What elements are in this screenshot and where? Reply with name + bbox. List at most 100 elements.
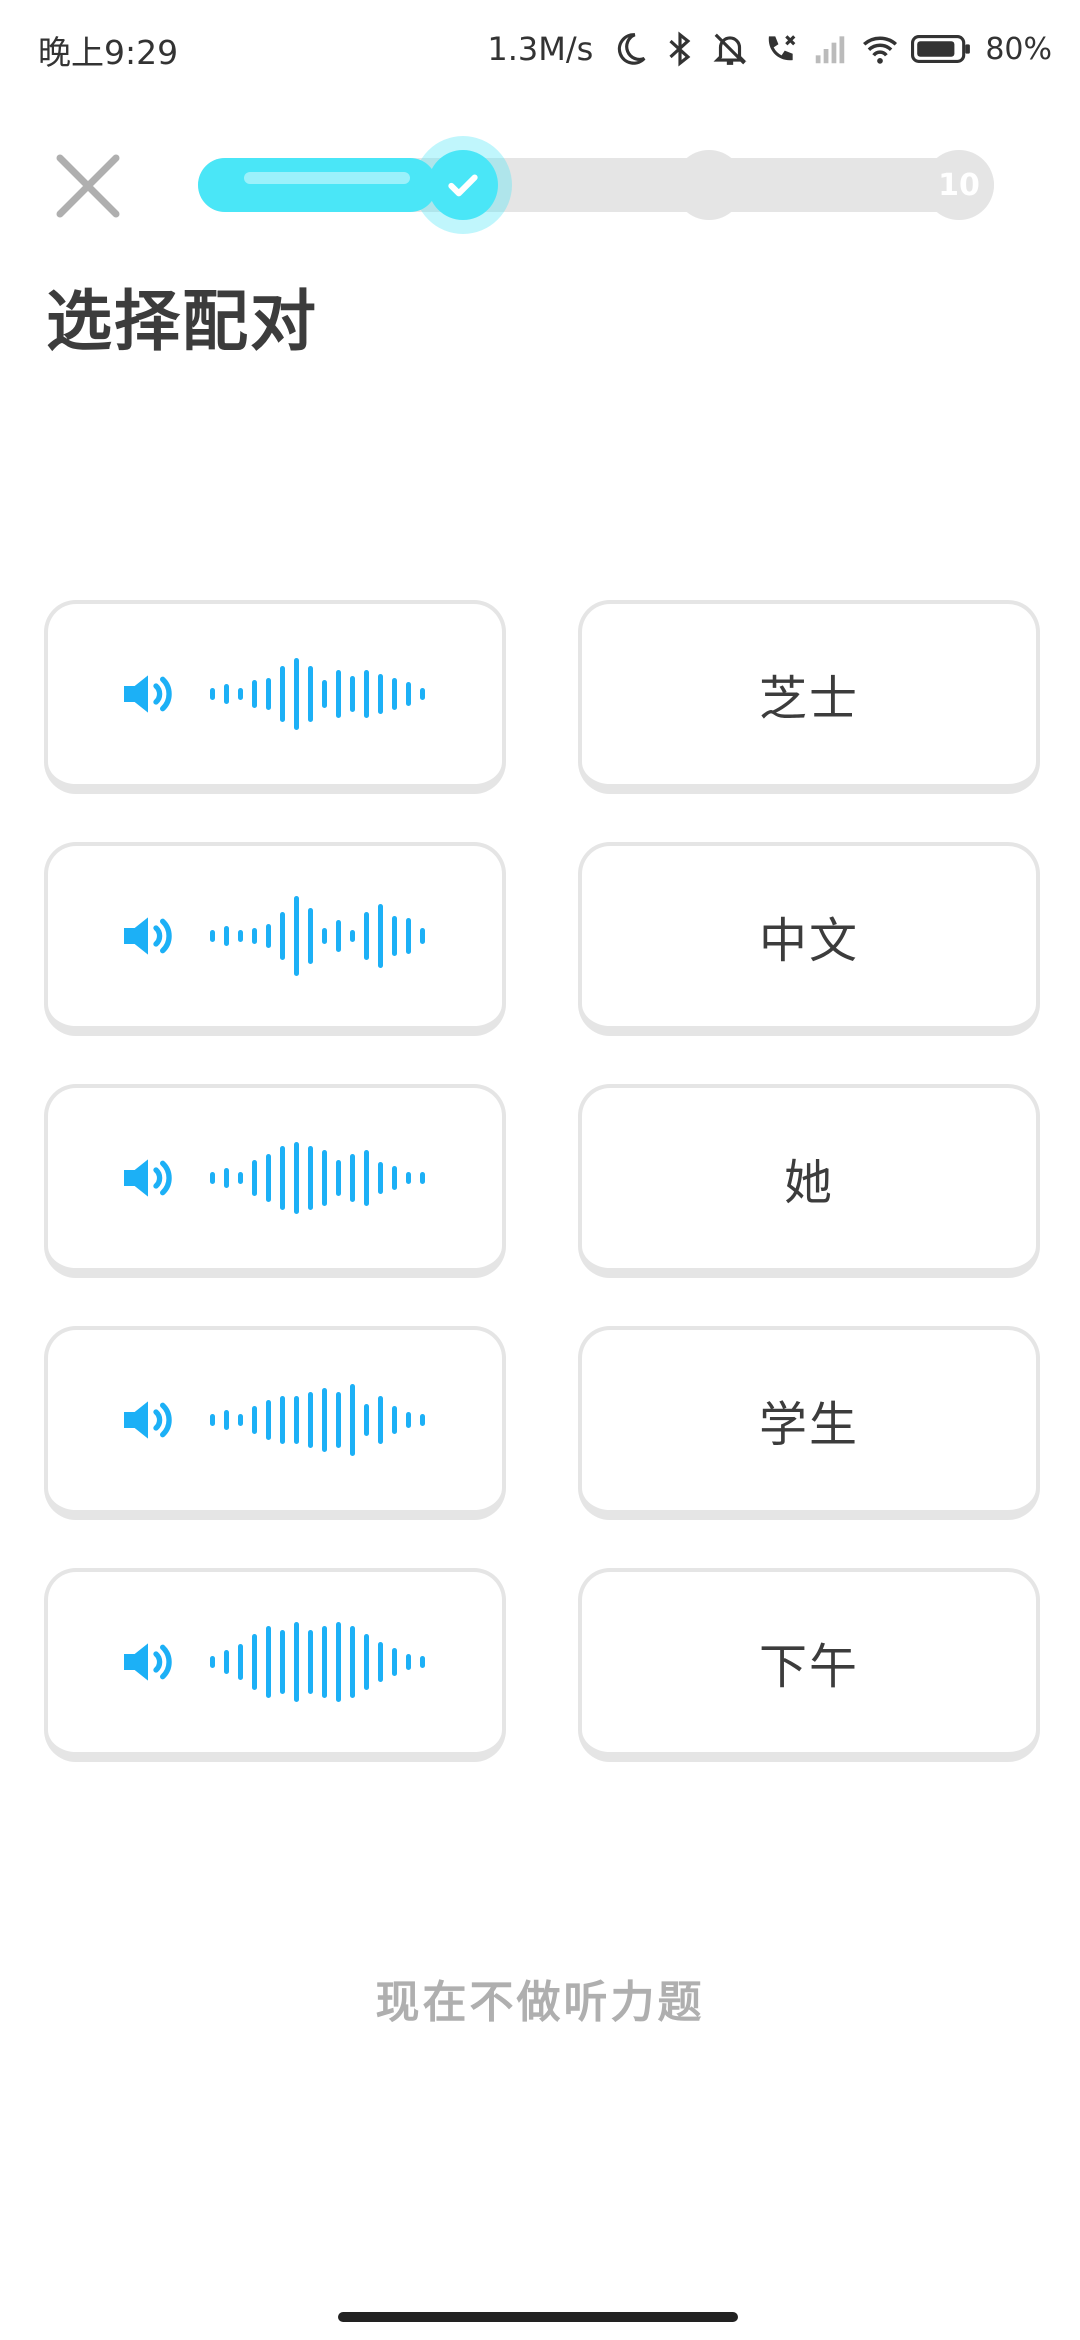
progress-shine [244,172,410,184]
waveform-bar [336,1392,341,1448]
waveform-bar [308,666,313,722]
waveform-bar [308,1146,313,1210]
network-speed: 1.3M/s [487,30,594,68]
waveform-bar [224,1168,229,1188]
waveform-bar [322,1626,327,1698]
waveform-bar [252,928,257,944]
waveform-bar [294,658,299,730]
waveform-bar [392,1406,397,1434]
signal-icon [816,36,845,64]
waveform-bar [364,912,369,960]
word-option-card[interactable]: 芝士 [578,600,1040,794]
word-option-card[interactable]: 她 [578,1084,1040,1278]
waveform-bar [266,1626,271,1698]
waveform-bar [364,1404,369,1436]
waveform-bar [378,1162,383,1194]
word-option-card[interactable]: 中文 [578,842,1040,1036]
waveform-bar [308,1630,313,1694]
waveform-bar [280,1146,285,1210]
progress-checkpoint-done [414,136,512,234]
waveform-bar [364,1150,369,1206]
waveform-bar [210,1172,215,1184]
waveform-bar [420,1656,425,1668]
waveform-bar [252,680,257,708]
progress-checkpoint-pending [674,150,744,220]
waveform-bar [322,928,327,944]
waveform-bar [238,1644,243,1680]
waveform [210,1375,425,1465]
check-icon [448,174,478,197]
page-title: 选择配对 [46,283,318,360]
audio-option-card[interactable] [44,1084,506,1278]
pair-row: 下午 [44,1568,1040,1762]
waveform-bar [210,930,215,942]
waveform-bar [406,918,411,954]
waveform-bar [392,916,397,956]
waveform-bar [420,928,425,944]
pair-row: 芝士 [44,600,1040,794]
waveform-bar [322,680,327,708]
waveform-bar [280,666,285,722]
audio-option-card[interactable] [44,600,506,794]
waveform-bar [308,1392,313,1448]
waveform-bar [294,1396,299,1444]
waveform-bar [350,676,355,712]
waveform-bar [238,1172,243,1184]
skip-listening-button[interactable]: 现在不做听力题 [0,1966,1080,2030]
waveform-bar [378,674,383,714]
speaker-icon [124,1643,172,1681]
waveform-bar [350,1384,355,1456]
waveform-bar [350,930,355,942]
word-option-card[interactable]: 学生 [578,1326,1040,1520]
audio-option-card[interactable] [44,1568,506,1762]
waveform-bar [266,1154,271,1202]
word-option-label: 下午 [758,1639,859,1695]
progress-checkpoint-end: 10 [924,150,994,220]
waveform-bar [224,1410,229,1430]
waveform-bar [322,1150,327,1206]
word-option-label: 芝士 [758,671,859,727]
waveform-bar [336,920,341,952]
waveform-bar [294,1622,299,1702]
waveform-bar [280,912,285,960]
waveform-bar [224,684,229,704]
call-icon [769,35,796,61]
status-bar: 晚上9:29 1.3M/s 80% [0,0,1080,100]
waveform-bar [336,1622,341,1702]
waveform-bar [238,1414,243,1426]
pair-row: 她 [44,1084,1040,1278]
speaker-icon [124,917,172,955]
speaker-icon [124,675,172,713]
word-option-label: 中文 [758,913,859,969]
waveform-bar [280,1630,285,1694]
waveform-bar [210,1656,215,1668]
waveform [210,1133,425,1223]
waveform-bar [420,1414,425,1426]
waveform-bar [294,1142,299,1214]
progress-fill [198,158,437,212]
waveform-bar [350,1154,355,1202]
wifi-icon [863,36,898,64]
waveform-bar [224,926,229,946]
word-option-card[interactable]: 下午 [578,1568,1040,1762]
waveform-bar [294,896,299,976]
status-icons: 1.3M/s 80% [487,24,1052,74]
battery-percent: 80% [985,31,1052,67]
audio-option-card[interactable] [44,1326,506,1520]
waveform-bar [238,688,243,700]
progress-bar: 10 [198,136,994,234]
battery-icon [911,35,971,63]
waveform-bar [378,1396,383,1444]
waveform-bar [224,1650,229,1674]
close-icon[interactable] [50,148,126,224]
waveform-bar [266,678,271,710]
waveform-bar [210,1414,215,1426]
waveform-bar [350,1626,355,1698]
word-option-label: 学生 [758,1397,859,1453]
audio-option-card[interactable] [44,842,506,1036]
waveform-bar [266,1400,271,1440]
waveform-bar [392,678,397,710]
waveform-bar [336,1160,341,1196]
word-option-label: 她 [783,1155,834,1211]
waveform [210,649,425,739]
